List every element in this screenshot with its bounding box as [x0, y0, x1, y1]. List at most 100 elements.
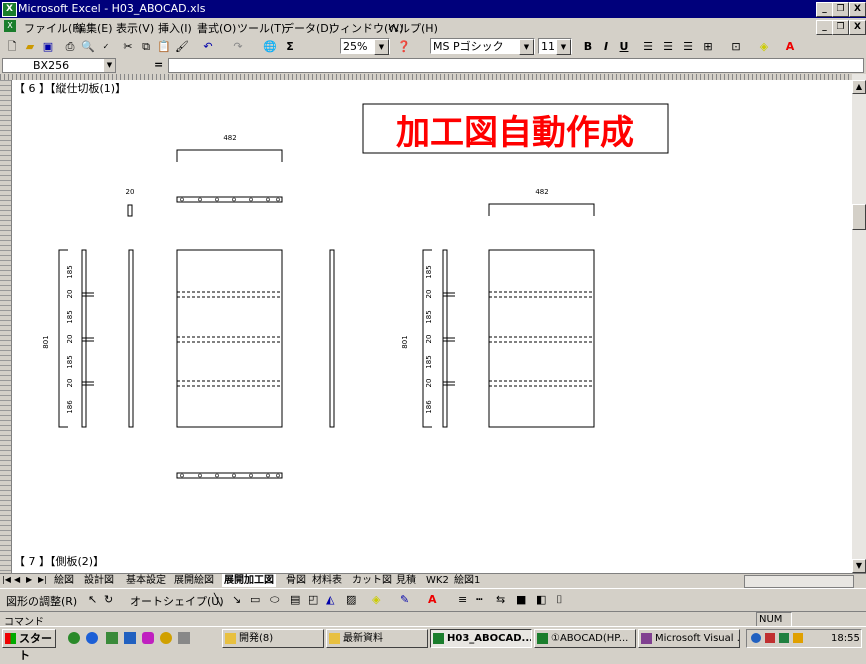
textbox-icon[interactable]: ▤	[290, 593, 300, 606]
open-icon[interactable]: ▰	[22, 39, 38, 55]
save-icon[interactable]: ▣	[40, 39, 56, 55]
font-color-icon[interactable]: A	[428, 593, 437, 606]
tray-icon[interactable]	[779, 633, 789, 643]
align-right-icon[interactable]: ☰	[680, 39, 696, 55]
first-sheet-icon[interactable]: |◀	[2, 575, 11, 584]
doc-restore-button[interactable]: ❐	[832, 20, 849, 35]
taskbar-button[interactable]: ①ABOCAD(HP...	[534, 629, 636, 648]
tab-sheet[interactable]: 骨図	[286, 574, 306, 587]
document-icon[interactable]: X	[4, 20, 16, 32]
menu-tools[interactable]: ツール(T)	[237, 20, 285, 36]
formula-input[interactable]	[168, 58, 864, 73]
tab-sheet[interactable]: カット図	[352, 574, 392, 587]
rotate-icon[interactable]: ↻	[104, 593, 113, 606]
clipart-icon[interactable]: ▨	[346, 593, 356, 606]
scroll-up-icon[interactable]: ▲	[852, 80, 866, 94]
quicklaunch-icon[interactable]	[124, 632, 136, 644]
taskbar-button[interactable]: 開発(8)	[222, 629, 324, 648]
chevron-down-icon[interactable]: ▼	[556, 39, 571, 55]
help-icon[interactable]: ❓	[396, 39, 412, 55]
tab-sheet[interactable]: WK2	[426, 574, 449, 587]
zoom-combo[interactable]: 25% ▼	[340, 38, 390, 55]
3d-icon[interactable]: ◧	[536, 593, 546, 606]
shadow-icon[interactable]: ■	[516, 593, 526, 606]
row-headers[interactable]	[0, 80, 12, 573]
tab-sheet-active[interactable]: 展開加工図	[222, 574, 276, 587]
taskbar-button[interactable]: Microsoft Visual ...	[638, 629, 740, 648]
maximize-button[interactable]: ❐	[832, 2, 849, 17]
menu-data[interactable]: データ(D)	[283, 20, 333, 36]
align-center-icon[interactable]: ☰	[660, 39, 676, 55]
chart-icon[interactable]: ⌷	[556, 593, 563, 607]
merge-center-icon[interactable]: ⊞	[700, 39, 716, 55]
doc-minimize-button[interactable]: _	[816, 20, 833, 35]
hyperlink-icon[interactable]: 🌐	[262, 39, 278, 55]
italic-button[interactable]: I	[598, 39, 614, 55]
taskbar-button-active[interactable]: H03_ABOCAD...	[430, 629, 532, 648]
excel-icon[interactable]: X	[2, 2, 17, 17]
menu-help[interactable]: ヘルプ(H)	[388, 20, 438, 36]
oval-icon[interactable]: ⬭	[270, 593, 279, 607]
format-painter-icon[interactable]: 🖌	[174, 39, 190, 55]
menu-insert[interactable]: 挿入(I)	[158, 20, 192, 36]
horizontal-scrollbar[interactable]	[744, 575, 854, 588]
fill-color-icon[interactable]: ◈	[372, 593, 380, 606]
undo-icon[interactable]: ↶	[200, 39, 216, 55]
font-name-combo[interactable]: MS Pゴシック ▼	[430, 38, 535, 55]
print-icon[interactable]: ⎙	[62, 39, 78, 55]
bold-button[interactable]: B	[580, 39, 596, 55]
line-icon[interactable]: ╲	[214, 593, 221, 606]
wordart-icon[interactable]: ◰	[308, 593, 318, 606]
doc-close-button[interactable]: X	[849, 20, 866, 35]
diagram-icon[interactable]: ◭	[326, 593, 334, 606]
worksheet[interactable]: 【 6 】【縦仕切板(1)】 【 7 】【側板(2)】 加工図自動作成 482 …	[12, 80, 852, 573]
borders-icon[interactable]: ⊡	[728, 39, 744, 55]
tab-sheet[interactable]: 基本設定	[126, 574, 166, 587]
rectangle-icon[interactable]: ▭	[250, 593, 260, 606]
ie-icon[interactable]	[86, 632, 98, 644]
line-style-icon[interactable]: ≡	[458, 593, 467, 606]
new-icon[interactable]: 🗋	[4, 39, 20, 55]
tab-sheet[interactable]: 材料表	[312, 574, 342, 587]
tab-sheet[interactable]: 絵図	[54, 574, 74, 587]
font-size-combo[interactable]: 11 ▼	[538, 38, 572, 55]
tray-icon[interactable]	[765, 633, 775, 643]
spellcheck-icon[interactable]: ✓	[98, 39, 114, 55]
prev-sheet-icon[interactable]: ◀	[14, 575, 20, 584]
dash-style-icon[interactable]: ┅	[476, 593, 483, 606]
font-color-icon[interactable]: A	[782, 39, 798, 55]
tab-sheet[interactable]: 絵図1	[454, 574, 480, 587]
start-button[interactable]: スタート	[2, 629, 56, 662]
fill-color-icon[interactable]: ◈	[756, 39, 772, 55]
next-sheet-icon[interactable]: ▶	[26, 575, 32, 584]
autosum-icon[interactable]: Σ	[282, 39, 298, 55]
name-box[interactable]: BX256 ▼	[2, 58, 116, 73]
speaker-icon[interactable]	[793, 633, 803, 643]
select-arrow-icon[interactable]: ↖	[88, 593, 97, 606]
clock[interactable]: 18:55	[831, 630, 860, 647]
arrow-style-icon[interactable]: ⇆	[496, 593, 505, 606]
menu-format[interactable]: 書式(O)	[197, 20, 236, 36]
formula-equals[interactable]: =	[154, 58, 163, 71]
autoshape-menu[interactable]: オートシェイプ(U)	[130, 593, 224, 609]
preview-icon[interactable]: 🔍	[80, 39, 96, 55]
tray-icon[interactable]	[751, 633, 761, 643]
quicklaunch-icon[interactable]	[160, 632, 172, 644]
chevron-down-icon[interactable]: ▼	[104, 59, 115, 72]
quicklaunch-icon[interactable]	[178, 632, 190, 644]
line-color-icon[interactable]: ✎	[400, 593, 409, 606]
tab-sheet[interactable]: 見積	[396, 574, 416, 587]
paste-icon[interactable]: 📋	[156, 39, 172, 55]
draw-menu[interactable]: 図形の調整(R)	[6, 593, 77, 609]
vertical-scrollbar[interactable]: ▲ ▼	[852, 74, 866, 573]
menu-view[interactable]: 表示(V)	[116, 20, 154, 36]
scroll-down-icon[interactable]: ▼	[852, 559, 866, 573]
cut-icon[interactable]: ✂	[120, 39, 136, 55]
chevron-down-icon[interactable]: ▼	[519, 39, 534, 55]
quicklaunch-icon[interactable]	[68, 632, 80, 644]
quicklaunch-icon[interactable]	[106, 632, 118, 644]
scroll-thumb[interactable]	[852, 204, 866, 230]
arrow-icon[interactable]: ↘	[232, 593, 241, 606]
copy-icon[interactable]: ⧉	[138, 39, 154, 55]
close-button[interactable]: X	[849, 2, 866, 17]
